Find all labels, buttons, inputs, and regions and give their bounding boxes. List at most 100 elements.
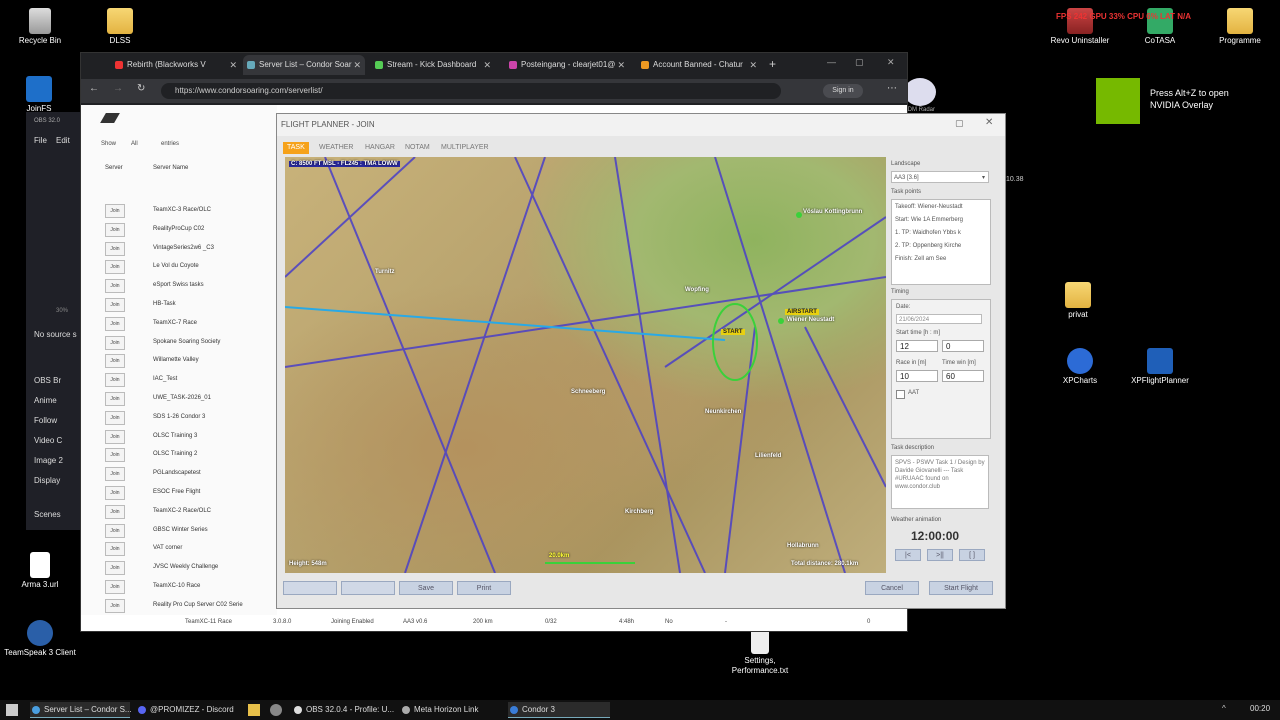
- task-point[interactable]: Start: Wie 1A Emmerberg: [895, 217, 963, 223]
- tab-0[interactable]: Rebirth (Blackworks V ✕: [111, 55, 241, 75]
- close-icon[interactable]: ✕: [483, 55, 491, 75]
- anim-stop-button[interactable]: [ ]: [959, 549, 985, 561]
- col-server[interactable]: Server: [105, 165, 123, 171]
- join-button[interactable]: Join: [105, 260, 125, 275]
- minimize-icon[interactable]: —: [827, 57, 836, 67]
- task-point[interactable]: 1. TP: Waidhofen Ybbs k: [895, 230, 961, 236]
- tab-hangar[interactable]: HANGAR: [361, 142, 399, 154]
- join-button[interactable]: Join: [105, 279, 125, 294]
- xpcharts-icon[interactable]: XPCharts: [1042, 348, 1118, 386]
- join-button[interactable]: Join: [105, 486, 125, 500]
- print-button[interactable]: Print: [457, 581, 511, 595]
- cancel-button[interactable]: Cancel: [865, 581, 919, 595]
- close-icon[interactable]: ✕: [229, 55, 237, 75]
- nvidia-overlay-toast[interactable]: Press Alt+Z to open NVIDIA Overlay: [1096, 78, 1280, 124]
- tab-3[interactable]: Posteingang - clearjet01@ ✕: [505, 55, 629, 75]
- join-button[interactable]: Join: [105, 373, 125, 388]
- close-icon[interactable]: ✕: [353, 55, 361, 75]
- close-icon[interactable]: ✕: [617, 55, 625, 75]
- anim-rewind-button[interactable]: |<: [895, 549, 921, 561]
- obs-source-0[interactable]: OBS Br: [34, 376, 61, 385]
- maximize-icon[interactable]: ▢: [855, 57, 864, 68]
- maximize-icon[interactable]: ▢: [955, 118, 964, 129]
- tab-4[interactable]: Account Banned - Chatur ✕: [637, 55, 761, 75]
- obs-source-4[interactable]: Image 2: [34, 456, 63, 465]
- join-button[interactable]: Join: [105, 561, 125, 576]
- obs-source-5[interactable]: Display: [34, 476, 60, 485]
- close-icon[interactable]: ✕: [749, 55, 757, 75]
- settings-file-icon[interactable]: Settings, Performance.txt: [722, 628, 798, 676]
- teamspeak-icon[interactable]: TeamSpeak 3 Client: [2, 620, 78, 658]
- save-button[interactable]: Save: [399, 581, 453, 595]
- join-button[interactable]: Join: [105, 523, 125, 538]
- tab-2[interactable]: Stream - Kick Dashboard ✕: [371, 55, 495, 75]
- menu-dots-icon[interactable]: ⋯: [887, 83, 897, 94]
- join-button[interactable]: Join: [105, 335, 125, 350]
- taskbar-item-browser[interactable]: Server List – Condor S...: [30, 702, 132, 718]
- join-button[interactable]: Join: [105, 580, 125, 594]
- tdm-radar-icon[interactable]: [904, 78, 936, 106]
- join-button[interactable]: Join: [105, 542, 125, 557]
- aat-checkbox[interactable]: [896, 390, 905, 399]
- time-win-input[interactable]: 60: [942, 370, 984, 382]
- col-server-name[interactable]: Server Name: [153, 165, 188, 171]
- windows-start-icon[interactable]: [6, 704, 18, 716]
- close-window-icon[interactable]: ✕: [887, 57, 895, 68]
- join-button[interactable]: Join: [105, 204, 125, 218]
- join-button[interactable]: Join: [105, 354, 125, 369]
- obs-source-1[interactable]: Anime: [34, 396, 57, 405]
- tab-task[interactable]: TASK: [283, 142, 309, 154]
- task-point[interactable]: 2. TP: Oppenberg Kirche: [895, 243, 961, 249]
- joinfs-icon[interactable]: JoinFS: [0, 76, 78, 114]
- race-input[interactable]: 10: [896, 370, 938, 382]
- task-description[interactable]: SPVS - PSWV Task 1 / Design by Davide Gi…: [891, 455, 989, 509]
- taskbar-item-obs[interactable]: OBS 32.0.4 - Profile: U...: [292, 702, 394, 718]
- new-tab-icon[interactable]: +: [769, 57, 776, 71]
- tab-weather[interactable]: WEATHER: [315, 142, 357, 154]
- join-button[interactable]: Join: [105, 222, 125, 237]
- privat-folder-icon[interactable]: privat: [1040, 282, 1116, 320]
- join-button[interactable]: Join: [105, 448, 125, 463]
- xpflightplanner-icon[interactable]: XPFlightPlanner: [1122, 348, 1198, 386]
- landscape-select[interactable]: AA3 [3.6] ▾: [891, 171, 989, 183]
- join-button[interactable]: Join: [105, 467, 125, 482]
- dlss-folder-icon[interactable]: DLSS: [82, 8, 158, 46]
- obs-window[interactable]: OBS 32.0 File Edit No source s 30% OBS B…: [26, 112, 80, 530]
- date-input[interactable]: 21/06/2024: [896, 314, 982, 324]
- close-icon[interactable]: ✕: [985, 117, 993, 128]
- join-button[interactable]: Join: [105, 504, 125, 519]
- arma-url-icon[interactable]: Arma 3.url: [2, 552, 78, 590]
- join-button[interactable]: Join: [105, 429, 125, 444]
- entries-select[interactable]: All: [131, 141, 138, 147]
- reload-icon[interactable]: ↻: [137, 83, 145, 94]
- app-icon[interactable]: [270, 704, 282, 716]
- tab-notam[interactable]: NOTAM: [401, 142, 434, 154]
- join-button[interactable]: Join: [105, 410, 125, 425]
- taskbar-item-meta[interactable]: Meta Horizon Link: [400, 702, 502, 718]
- obs-menu-edit[interactable]: Edit: [56, 136, 70, 145]
- join-button[interactable]: Join: [105, 598, 125, 613]
- task-point[interactable]: Finish: Zell am See: [895, 256, 946, 262]
- tray-chevron-icon[interactable]: ^: [1222, 704, 1226, 713]
- recycle-bin-icon[interactable]: Recycle Bin: [2, 8, 78, 46]
- obs-source-3[interactable]: Video C: [34, 436, 62, 445]
- blank-button-2[interactable]: [341, 581, 395, 595]
- anim-play-button[interactable]: >||: [927, 549, 953, 561]
- tab-multiplayer[interactable]: MULTIPLAYER: [437, 142, 493, 154]
- sign-in-button[interactable]: Sign in: [823, 84, 863, 98]
- obs-source-2[interactable]: Follow: [34, 416, 57, 425]
- forward-icon[interactable]: →: [113, 83, 123, 94]
- obs-menu-file[interactable]: File: [34, 136, 47, 145]
- start-flight-button[interactable]: Start Flight: [929, 581, 993, 595]
- join-button[interactable]: Join: [105, 241, 125, 256]
- join-button[interactable]: Join: [105, 392, 125, 406]
- task-point[interactable]: Takeoff: Wiener-Neustadt: [895, 204, 963, 210]
- taskbar-item-condor[interactable]: Condor 3: [508, 702, 610, 718]
- start-hour-input[interactable]: 12: [896, 340, 938, 352]
- file-explorer-icon[interactable]: [248, 704, 260, 716]
- programme-folder-icon[interactable]: Programme: [1202, 8, 1278, 46]
- back-icon[interactable]: ←: [89, 83, 99, 94]
- task-map[interactable]: C: 8500 FT MSL - FL245 : TMA LOWW AIRSTA…: [285, 157, 886, 573]
- start-minute-input[interactable]: 0: [942, 340, 984, 352]
- join-button[interactable]: Join: [105, 316, 125, 331]
